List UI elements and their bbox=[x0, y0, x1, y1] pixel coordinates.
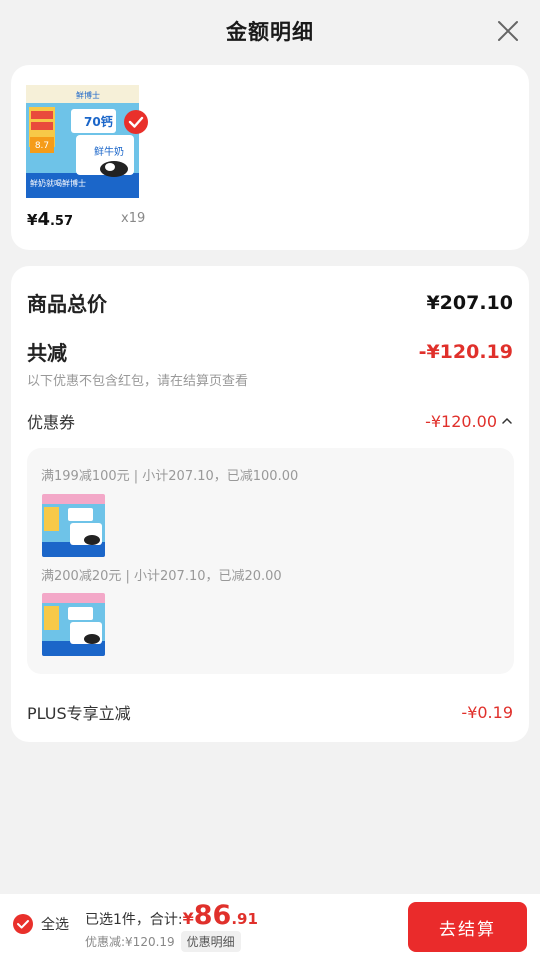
coupon-2-product-thumb bbox=[42, 593, 105, 656]
total-decimal: .91 bbox=[231, 910, 258, 928]
discount-summary: 优惠减:¥120.19 bbox=[85, 935, 175, 949]
checkout-bar: 全选 已选1件，合计: ¥ 86 .91 优惠减:¥120.19 优惠明细 去结… bbox=[0, 894, 540, 959]
discount-row: 共减 -¥120.19 bbox=[27, 337, 513, 366]
coupon-rule-1: 满199减100元 | 小计207.10，已减100.00 bbox=[41, 469, 299, 484]
total-amount: ¥207.10 bbox=[426, 291, 513, 314]
discount-detail-link[interactable]: 优惠明细 bbox=[180, 931, 241, 952]
total-currency: ¥ bbox=[182, 909, 194, 928]
image-slogan: 鲜奶就喝鲜博士 bbox=[30, 178, 86, 188]
selected-check-icon[interactable] bbox=[123, 109, 149, 135]
coupon-amount[interactable]: -¥120.00 bbox=[425, 412, 513, 431]
page-title: 金额明细 bbox=[226, 20, 314, 44]
close-icon[interactable] bbox=[496, 19, 520, 43]
coupon-amount-value: -¥120.00 bbox=[425, 411, 497, 431]
coupon-detail-box: 满199减100元 | 小计207.10，已减100.00 满200减20元 |… bbox=[27, 448, 514, 674]
coupon-row[interactable]: 优惠券 -¥120.00 bbox=[27, 409, 513, 433]
chevron-up-icon[interactable] bbox=[501, 415, 513, 427]
image-calcium-label: 70钙 bbox=[84, 114, 113, 129]
plus-row: PLUS专享立减 -¥0.19 bbox=[27, 700, 513, 724]
selected-count-text: 已选1件，合计: bbox=[85, 912, 183, 928]
coupon-rule-2: 满200减20元 | 小计207.10，已减20.00 bbox=[41, 569, 282, 584]
check-circle-icon[interactable] bbox=[12, 913, 34, 935]
discount-hint: 以下优惠不包含红包，请在结算页查看 bbox=[27, 374, 249, 389]
total-row: 商品总价 ¥207.10 bbox=[27, 288, 513, 317]
plus-label: PLUS专享立减 bbox=[27, 704, 131, 723]
select-all-toggle[interactable]: 全选 bbox=[12, 913, 69, 935]
select-all-label: 全选 bbox=[41, 917, 69, 933]
price-detail-card: 商品总价 ¥207.10 共减 -¥120.19 以下优惠不包含红包，请在结算页… bbox=[11, 266, 529, 742]
image-deal-price: 8.7 bbox=[35, 141, 49, 151]
image-product-name: 鲜牛奶 bbox=[94, 145, 124, 158]
discount-label: 共减 bbox=[27, 341, 67, 365]
discount-amount: -¥120.19 bbox=[418, 340, 513, 363]
image-brand: 鲜博士 bbox=[76, 90, 100, 100]
checkout-button[interactable]: 去结算 bbox=[408, 902, 527, 952]
product-card: 8.7 70钙 鲜牛奶 鲜博士 鲜奶就喝鲜博士 ¥ 4 .57 x19 bbox=[11, 65, 529, 250]
product-quantity: x19 bbox=[121, 211, 146, 226]
modal-header: 金额明细 bbox=[0, 0, 540, 62]
total-label: 商品总价 bbox=[27, 292, 107, 316]
product-price: ¥ 4 .57 bbox=[27, 209, 73, 230]
coupon-label: 优惠券 bbox=[27, 413, 76, 432]
plus-amount: -¥0.19 bbox=[461, 702, 513, 722]
coupon-1-product-thumb bbox=[42, 494, 105, 557]
total-integer: 86 bbox=[193, 900, 232, 931]
order-summary: 已选1件，合计: ¥ 86 .91 优惠减:¥120.19 优惠明细 bbox=[85, 900, 258, 952]
product-image[interactable]: 8.7 70钙 鲜牛奶 鲜博士 鲜奶就喝鲜博士 bbox=[26, 85, 151, 265]
